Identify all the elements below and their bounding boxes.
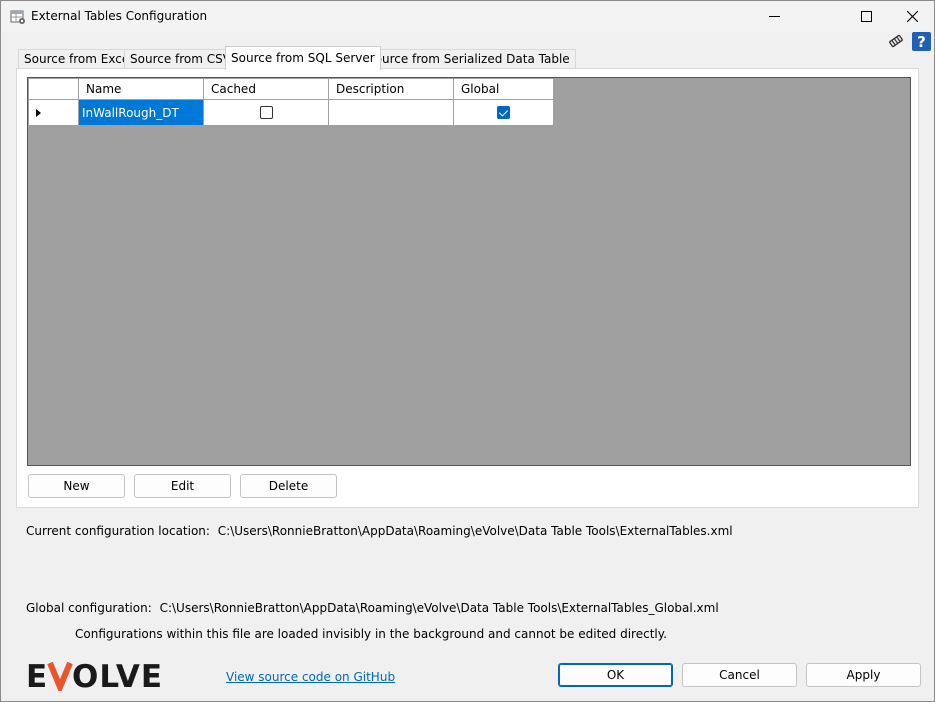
row-selector-icon [36,108,41,117]
github-link[interactable]: View source code on GitHub [226,670,395,684]
apply-button[interactable]: Apply [806,663,921,687]
column-header-cached[interactable]: Cached [203,78,329,100]
svg-text:OLVE: OLVE [72,659,163,691]
cell-description[interactable] [328,99,454,126]
title-bar: External Tables Configuration [1,1,934,32]
current-config-row: Current configuration location: C:\Users… [26,524,733,538]
current-config-path: C:\Users\RonnieBratton\AppData\Roaming\e… [217,524,733,538]
minimize-icon [768,16,780,17]
ok-button[interactable]: OK [558,663,673,687]
new-button[interactable]: New [28,474,125,498]
close-button[interactable] [889,1,935,32]
external-tables-window: External Tables Configuration ? Source f… [0,0,935,702]
column-header-global[interactable]: Global [453,78,554,100]
global-config-path: C:\Users\RonnieBratton\AppData\Roaming\e… [159,601,719,615]
delete-button[interactable]: Delete [240,474,337,498]
maximize-button[interactable] [843,1,889,32]
global-checkbox[interactable] [497,106,510,119]
current-config-label: Current configuration location: [26,524,210,538]
tab-source-serialized[interactable]: Source from Serialized Data Table [361,49,576,69]
cell-name[interactable]: InWallRough_DT [78,99,204,126]
tables-grid[interactable]: Name Cached Description Global InWallRou… [27,77,911,466]
window-title: External Tables Configuration [31,9,208,23]
global-config-label: Global configuration: [26,601,152,615]
row-selector[interactable] [28,99,79,126]
grid-header-row: Name Cached Description Global [28,78,554,100]
help-icon[interactable]: ? [912,32,931,51]
settings-icon[interactable] [887,32,905,50]
tables-grid-table: Name Cached Description Global InWallRou… [28,78,554,126]
tab-panel-sql-server: Name Cached Description Global InWallRou… [16,68,919,508]
table-row[interactable]: InWallRough_DT [28,99,554,126]
maximize-icon [860,11,872,22]
column-header-name[interactable]: Name [78,78,204,100]
minimize-button[interactable] [751,1,797,32]
app-icon [10,10,25,24]
global-config-note: Configurations within this file are load… [75,627,667,641]
grid-corner-header [28,78,79,100]
close-icon [906,11,918,22]
cell-cached[interactable] [203,99,329,126]
global-config-row: Global configuration: C:\Users\RonnieBra… [26,601,719,615]
column-header-description[interactable]: Description [328,78,454,100]
tab-source-csv[interactable]: Source from CSV [124,49,237,69]
evolve-logo-mark: E OLVE [26,659,163,691]
cached-checkbox[interactable] [259,106,273,119]
evolve-logo: E OLVE [26,659,174,691]
tab-source-sql-server[interactable]: Source from SQL Server [225,46,381,70]
edit-button[interactable]: Edit [134,474,231,498]
cell-global[interactable] [453,99,554,126]
tab-source-excel[interactable]: Source from Excel [18,49,139,69]
cancel-button[interactable]: Cancel [682,663,797,687]
svg-text:E: E [26,659,48,691]
